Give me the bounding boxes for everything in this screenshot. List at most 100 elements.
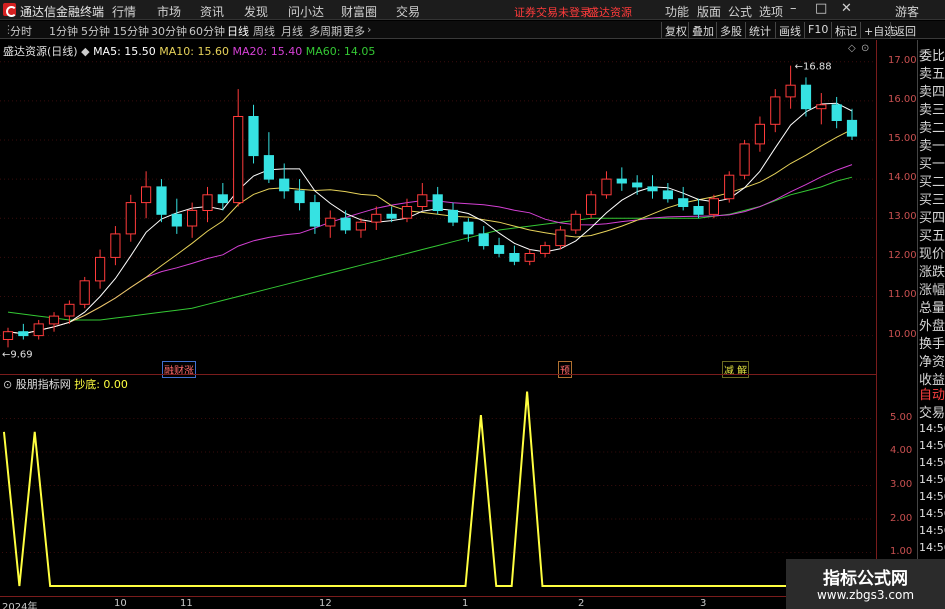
side-tab[interactable]: 委比 xyxy=(919,45,945,64)
signal-tick-label: 4.00 xyxy=(890,445,913,457)
side-tab[interactable]: 卖三 xyxy=(919,99,945,118)
menu-item-trade[interactable]: 交易 xyxy=(396,3,420,20)
period-toolbar: ⋮ 分时 1分钟 5分钟 15分钟 30分钟 60分钟 日线 周线 月线 多周期… xyxy=(0,21,945,39)
menu-bar: 通达信金融终端 行情 市场 资讯 发现 问小达 财富圈 交易 证券交易未登录 盛… xyxy=(0,0,945,20)
menu-item-market[interactable]: 市场 xyxy=(157,3,181,20)
side-tab[interactable]: 买一 xyxy=(919,153,945,172)
side-tab[interactable]: 买五 xyxy=(919,225,945,244)
period-intraday[interactable]: 分时 xyxy=(10,23,32,39)
period-multi[interactable]: 多周期 xyxy=(309,23,342,39)
candle-body xyxy=(417,194,428,208)
indicator-chart[interactable] xyxy=(0,374,876,596)
low-price-label: ←9.69 xyxy=(2,349,33,360)
period-weekly[interactable]: 周线 xyxy=(253,23,275,39)
maximize-icon[interactable]: □ xyxy=(815,1,827,16)
candle-body xyxy=(110,233,121,258)
period-5min[interactable]: 5分钟 xyxy=(81,23,110,39)
menu-item-layout[interactable]: 版面 xyxy=(697,3,721,20)
menu-item-wealth[interactable]: 财富圈 xyxy=(341,3,377,20)
period-60min[interactable]: 60分钟 xyxy=(189,23,225,39)
close-icon[interactable]: ✕ xyxy=(841,1,852,16)
minimize-icon[interactable]: – xyxy=(790,1,797,16)
candle-body xyxy=(156,186,167,215)
stock-name-link[interactable]: 盛达资源 xyxy=(588,4,632,20)
candle-body xyxy=(739,143,750,176)
legend-dot-icon: ◆ xyxy=(81,45,90,58)
signal-line xyxy=(2,391,851,588)
candle-body xyxy=(263,155,274,180)
side-tab[interactable]: 总量 xyxy=(919,297,945,316)
draw-line-button[interactable]: 画线 xyxy=(775,22,804,38)
date-axis: 2024年 10 11 12 1 2 3 xyxy=(0,596,876,609)
candle-body xyxy=(678,198,689,207)
candle-body xyxy=(355,221,366,231)
statistics-button[interactable]: 统计 xyxy=(745,22,774,38)
side-tab[interactable]: 涨幅 xyxy=(919,279,945,298)
period-daily[interactable]: 日线 xyxy=(227,23,249,39)
side-tab[interactable]: 卖四 xyxy=(919,81,945,100)
candle-body xyxy=(632,182,643,188)
menu-item-discover[interactable]: 发现 xyxy=(244,3,268,20)
side-tab[interactable]: 买四 xyxy=(919,207,945,226)
menu-item-quotes[interactable]: 行情 xyxy=(112,3,136,20)
candle-body xyxy=(248,116,259,157)
adjust-button[interactable]: 复权 xyxy=(661,22,690,38)
period-30min[interactable]: 30分钟 xyxy=(151,23,187,39)
side-tab[interactable]: 换手 xyxy=(919,333,945,352)
chart-diamond-icon[interactable]: ◇ xyxy=(848,43,856,54)
side-tab-trade[interactable]: 交易 xyxy=(919,402,945,421)
side-tab[interactable]: 卖二 xyxy=(919,117,945,136)
candle-body xyxy=(601,178,612,196)
menu-item-formula[interactable]: 公式 xyxy=(728,3,752,20)
candle-body xyxy=(432,194,443,212)
candle-body xyxy=(125,202,136,235)
candle-body xyxy=(494,245,505,254)
candle-body xyxy=(217,194,228,204)
date-tick-label: 2 xyxy=(578,598,585,609)
period-1min[interactable]: 1分钟 xyxy=(49,23,78,39)
candle-body xyxy=(662,190,673,200)
trade-time-entry: 14:56 xyxy=(919,456,945,469)
candle-body xyxy=(294,190,305,204)
mark-button[interactable]: 标记 xyxy=(831,22,860,38)
multi-stock-button[interactable]: 多股 xyxy=(716,22,745,38)
trade-time-entry: 14:56 xyxy=(919,507,945,520)
price-chart[interactable]: ←16.88 ←9.69 xyxy=(0,40,876,373)
side-tab[interactable]: 涨跌 xyxy=(919,261,945,280)
candle-body xyxy=(478,233,489,247)
side-tab[interactable]: 买三 xyxy=(919,189,945,208)
overlay-button[interactable]: 叠加 xyxy=(688,22,717,38)
side-tab[interactable]: 外盘 xyxy=(919,315,945,334)
f10-button[interactable]: F10 xyxy=(804,22,831,38)
trade-time-entry: 14:56 xyxy=(919,439,945,452)
candle-body xyxy=(202,194,213,212)
candle-body xyxy=(785,84,796,98)
menu-item-ask[interactable]: 问小达 xyxy=(288,3,324,20)
period-more[interactable]: 更多 xyxy=(343,23,365,39)
price-tick-label: 14.00 xyxy=(888,172,917,184)
side-tab[interactable]: 卖五 xyxy=(919,63,945,82)
signal-tick-label: 5.00 xyxy=(890,411,913,423)
price-tick-label: 13.00 xyxy=(888,211,917,223)
period-15min[interactable]: 15分钟 xyxy=(113,23,149,39)
main-legend: 盛达资源(日线) ◆ MA5: 15.50 MA10: 15.60 MA20: … xyxy=(3,43,375,59)
back-button[interactable]: 返回 xyxy=(890,22,919,38)
price-tick-label: 10.00 xyxy=(888,328,917,340)
menu-item-news[interactable]: 资讯 xyxy=(200,3,224,20)
period-monthly[interactable]: 月线 xyxy=(281,23,303,39)
legend-toggle-icon[interactable]: ⊙ xyxy=(3,378,12,391)
side-tab[interactable]: 买二 xyxy=(919,171,945,190)
candle-body xyxy=(800,84,812,110)
side-tab[interactable]: 净资 xyxy=(919,351,945,370)
candle-body xyxy=(2,331,14,341)
guest-user-label[interactable]: 游客 xyxy=(895,3,919,20)
side-tab[interactable]: 卖一 xyxy=(919,135,945,154)
menu-item-options[interactable]: 选项 xyxy=(759,3,783,20)
side-tab[interactable]: 现价 xyxy=(919,243,945,262)
menu-item-functions[interactable]: 功能 xyxy=(665,3,689,20)
side-tab-trade[interactable]: 自动 xyxy=(919,384,945,403)
login-status-link[interactable]: 证券交易未登录 xyxy=(514,4,591,20)
more-chevron-icon[interactable]: › xyxy=(367,23,371,36)
chart-collapse-icon[interactable]: ⊙ xyxy=(861,43,869,54)
candle-body xyxy=(555,229,566,247)
